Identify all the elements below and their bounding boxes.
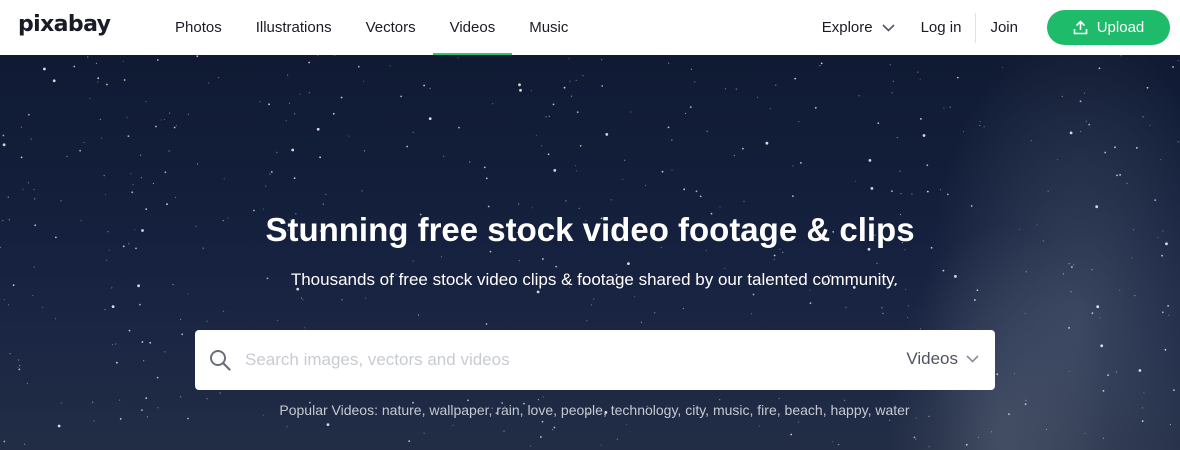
pixabay-logo[interactable]: pixabay — [18, 10, 111, 40]
tab-vectors[interactable]: Vectors — [349, 0, 433, 55]
popular-tag[interactable]: nature — [382, 402, 422, 418]
upload-button[interactable]: Upload — [1047, 10, 1170, 45]
upload-icon — [1073, 20, 1088, 35]
popular-label: Popular Videos: — [279, 402, 378, 418]
tab-photos[interactable]: Photos — [158, 0, 239, 55]
chevron-down-icon — [882, 23, 895, 32]
popular-tag[interactable]: wallpaper — [429, 402, 488, 418]
account-nav: Explore Log in Join Upload — [822, 0, 1170, 55]
explore-label: Explore — [821, 19, 873, 36]
popular-searches: Popular Videos: nature, wallpaper, rain,… — [0, 401, 1180, 419]
tab-videos[interactable]: Videos — [432, 0, 513, 55]
page-subtitle: Thousands of free stock video clips & fo… — [290, 270, 899, 289]
popular-tag-list: nature, wallpaper, rain, love, people, t… — [381, 402, 910, 418]
join-link[interactable]: Join — [990, 19, 1018, 36]
search-type-dropdown[interactable]: Videos — [906, 349, 979, 369]
top-header: pixabay Photos Illustrations Vectors Vid… — [0, 0, 1180, 55]
popular-tag[interactable]: water — [875, 402, 909, 418]
starfield-background — [0, 55, 1179, 448]
media-type-nav: Photos Illustrations Vectors Videos Musi… — [158, 0, 585, 55]
search-bar: Videos — [195, 330, 995, 390]
popular-tag[interactable]: people — [561, 402, 603, 418]
popular-tag[interactable]: city — [685, 402, 705, 418]
search-type-label: Videos — [906, 349, 958, 368]
popular-tag[interactable]: love — [527, 402, 553, 418]
search-input[interactable] — [245, 345, 885, 375]
chevron-down-icon — [966, 355, 979, 363]
popular-tag[interactable]: fire — [757, 402, 776, 418]
tab-illustrations[interactable]: Illustrations — [239, 0, 349, 55]
popular-tag[interactable]: beach — [785, 402, 823, 418]
upload-label: Upload — [1096, 19, 1145, 36]
hero-banner: Stunning free stock video footage & clip… — [0, 55, 1180, 450]
page-title: Stunning free stock video footage & clip… — [265, 211, 915, 248]
tab-music[interactable]: Music — [512, 0, 585, 55]
login-link[interactable]: Log in — [921, 19, 962, 36]
search-icon[interactable] — [209, 349, 231, 371]
popular-tag[interactable]: technology — [611, 402, 678, 418]
popular-tag[interactable]: music — [713, 402, 750, 418]
explore-menu[interactable]: Explore — [822, 19, 895, 36]
popular-tag[interactable]: happy — [830, 402, 867, 418]
popular-tag[interactable]: rain — [496, 402, 519, 418]
nav-divider — [975, 12, 977, 43]
